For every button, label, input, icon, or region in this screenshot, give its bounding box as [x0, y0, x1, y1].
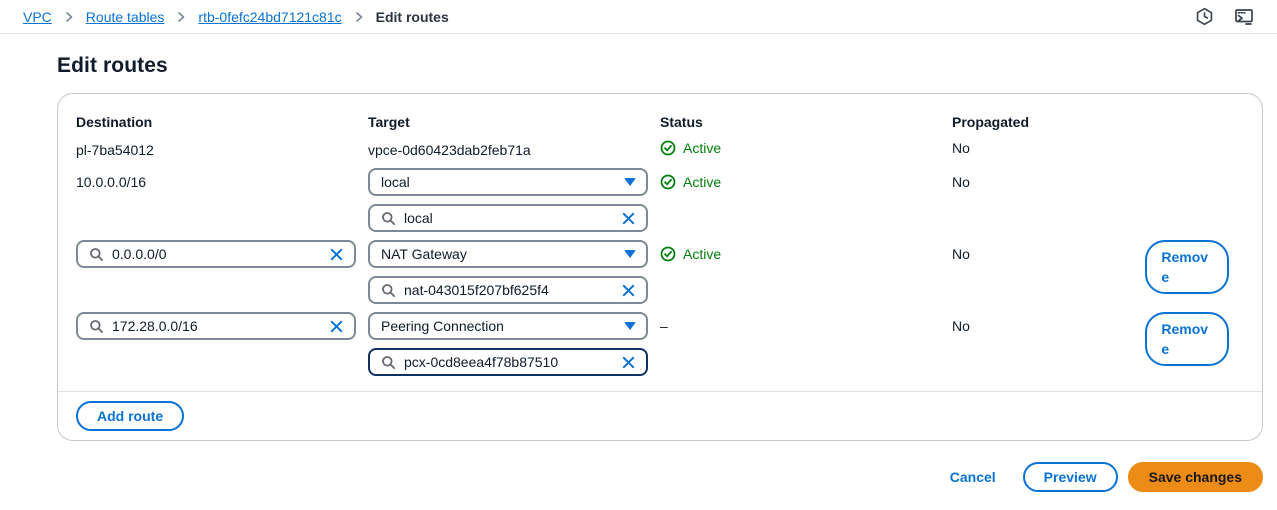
propagated-value: No	[952, 312, 1145, 340]
column-header-propagated: Propagated	[952, 112, 1145, 132]
status-active: Active	[660, 240, 952, 268]
column-header-status: Status	[660, 112, 952, 132]
clear-icon[interactable]	[621, 283, 636, 298]
column-header-destination: Destination	[76, 112, 368, 132]
target-search-input-focused[interactable]: pcx-0cd8eea4f78b87510	[368, 348, 648, 376]
status-success-icon	[660, 246, 676, 262]
history-icon[interactable]	[1195, 7, 1214, 26]
preview-button[interactable]: Preview	[1023, 462, 1118, 492]
search-icon	[381, 211, 396, 226]
search-icon	[89, 247, 104, 262]
save-changes-button[interactable]: Save changes	[1128, 462, 1263, 492]
table-header-row: Destination Target Status Propagated	[76, 112, 1244, 132]
cloudshell-icon[interactable]	[1234, 7, 1255, 26]
search-icon	[381, 355, 396, 370]
status-label: Active	[683, 174, 721, 190]
selected-target-type: local	[381, 174, 410, 190]
chevron-right-icon	[175, 11, 187, 23]
top-bar: VPC Route tables rtb-0fefc24bd7121c81c E…	[0, 0, 1277, 34]
clear-icon[interactable]	[621, 211, 636, 226]
chevron-down-icon	[624, 322, 636, 330]
target-value: vpce-0d60423dab2feb71a	[368, 140, 660, 160]
clear-icon[interactable]	[329, 247, 344, 262]
destination-search-input[interactable]: 0.0.0.0/0	[76, 240, 356, 268]
remove-route-button[interactable]: Remove	[1145, 240, 1229, 294]
destination-search-value: 0.0.0.0/0	[112, 246, 167, 262]
route-row-3: 0.0.0.0/0 NAT Gateway	[76, 240, 1244, 304]
edit-routes-card: Destination Target Status Propagated pl-…	[57, 93, 1263, 441]
topbar-icons	[1195, 7, 1255, 26]
status-empty: –	[660, 312, 952, 340]
status-success-icon	[660, 174, 676, 190]
target-type-select[interactable]: NAT Gateway	[368, 240, 648, 268]
target-search-value: local	[404, 210, 433, 226]
target-search-input[interactable]: local	[368, 204, 648, 232]
page-title: Edit routes	[57, 54, 1277, 78]
chevron-down-icon	[624, 250, 636, 258]
chevron-down-icon	[624, 178, 636, 186]
destination-value: pl-7ba54012	[76, 140, 368, 160]
form-actions: Cancel Preview Save changes	[57, 462, 1263, 492]
column-header-target: Target	[368, 112, 660, 132]
target-search-value: nat-043015f207bf625f4	[404, 282, 549, 298]
breadcrumb-link-route-table-id[interactable]: rtb-0fefc24bd7121c81c	[198, 9, 341, 25]
target-type-select[interactable]: Peering Connection	[368, 312, 648, 340]
cancel-button[interactable]: Cancel	[950, 469, 996, 485]
breadcrumb-link-vpc[interactable]: VPC	[23, 9, 52, 25]
destination-search-value: 172.28.0.0/16	[112, 318, 198, 334]
destination-search-input[interactable]: 172.28.0.0/16	[76, 312, 356, 340]
target-type-select[interactable]: local	[368, 168, 648, 196]
status-success-icon	[660, 140, 676, 156]
breadcrumb-link-route-tables[interactable]: Route tables	[86, 9, 165, 25]
status-active: Active	[660, 140, 952, 156]
add-route-button[interactable]: Add route	[76, 401, 184, 431]
clear-icon[interactable]	[621, 355, 636, 370]
page-content: Edit routes Destination Target Status Pr…	[0, 54, 1277, 492]
route-row-2: 10.0.0.0/16 local local	[76, 168, 1244, 232]
search-icon	[89, 319, 104, 334]
destination-value: 10.0.0.0/16	[76, 168, 368, 196]
status-label: Active	[683, 246, 721, 262]
selected-target-type: NAT Gateway	[381, 246, 467, 262]
status-label: –	[660, 318, 668, 334]
propagated-value: No	[952, 240, 1145, 268]
status-active: Active	[660, 168, 952, 196]
propagated-value: No	[952, 140, 1145, 156]
route-row-4: 172.28.0.0/16 Peering Connection	[76, 312, 1244, 376]
breadcrumb: VPC Route tables rtb-0fefc24bd7121c81c E…	[23, 9, 449, 25]
target-search-value: pcx-0cd8eea4f78b87510	[404, 354, 558, 370]
clear-icon[interactable]	[329, 319, 344, 334]
breadcrumb-current: Edit routes	[376, 9, 449, 25]
status-label: Active	[683, 140, 721, 156]
target-search-input[interactable]: nat-043015f207bf625f4	[368, 276, 648, 304]
selected-target-type: Peering Connection	[381, 318, 504, 334]
search-icon	[381, 283, 396, 298]
propagated-value: No	[952, 168, 1145, 196]
chevron-right-icon	[353, 11, 365, 23]
card-footer: Add route	[58, 391, 1262, 440]
chevron-right-icon	[63, 11, 75, 23]
remove-route-button[interactable]: Remove	[1145, 312, 1229, 366]
route-row-1: pl-7ba54012 vpce-0d60423dab2feb71a Activ…	[76, 140, 1244, 160]
